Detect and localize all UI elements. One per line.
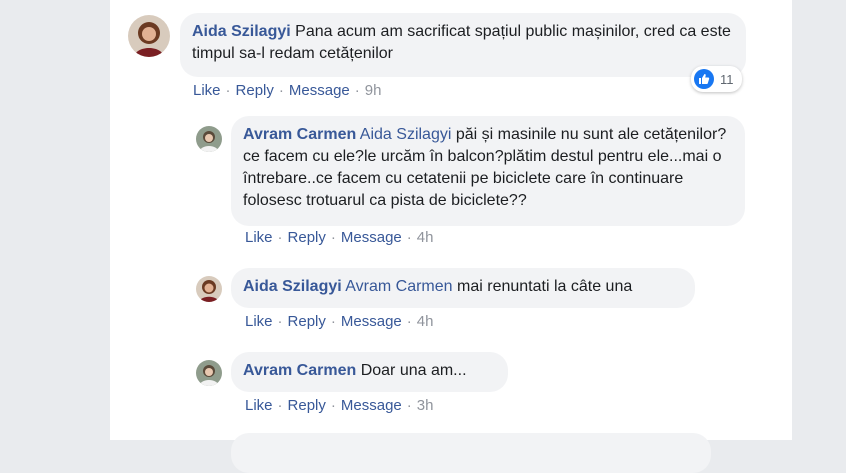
comment-bubble: Aida Szilagyi Pana acum am sacrificat sp… xyxy=(180,13,746,77)
like-link[interactable]: Like xyxy=(193,82,221,99)
separator: · xyxy=(277,313,283,330)
comment-actions: Like · Reply · Message · 9h xyxy=(193,82,381,99)
reply-actions: Like · Reply · Message · 4h xyxy=(245,229,433,246)
reply-mention[interactable]: Aida Szilagyi xyxy=(360,126,452,143)
like-reaction-icon xyxy=(694,69,714,89)
reply-actions: Like · Reply · Message · 4h xyxy=(245,313,433,330)
reply-bubble: Aida Szilagyi Avram Carmen mai renuntati… xyxy=(231,268,695,308)
comment-author[interactable]: Aida Szilagyi xyxy=(192,23,291,40)
separator: · xyxy=(277,229,283,246)
reply-author[interactable]: Aida Szilagyi xyxy=(243,278,342,295)
separator: · xyxy=(406,397,412,414)
like-link[interactable]: Like xyxy=(245,229,273,246)
separator: · xyxy=(278,82,284,99)
timestamp[interactable]: 3h xyxy=(417,397,434,414)
reply-text: Doar una am... xyxy=(360,362,467,379)
message-link[interactable]: Message xyxy=(289,82,350,99)
reply-link[interactable]: Reply xyxy=(288,229,326,246)
avatar-aida-szilagyi[interactable] xyxy=(128,15,170,57)
avatar-aida-szilagyi[interactable] xyxy=(196,276,222,302)
reply-link[interactable]: Reply xyxy=(288,397,326,414)
reply-text: mai renuntati la câte una xyxy=(457,278,633,295)
message-link[interactable]: Message xyxy=(341,313,402,330)
avatar-avram-carmen[interactable] xyxy=(196,126,222,152)
reply-bubble: Avram Carmen Doar una am... xyxy=(231,352,508,392)
timestamp[interactable]: 4h xyxy=(417,313,434,330)
reaction-count: 11 xyxy=(720,71,734,87)
reaction-badge[interactable]: 11 xyxy=(691,66,742,92)
separator: · xyxy=(330,313,336,330)
comments-panel: Aida Szilagyi Pana acum am sacrificat sp… xyxy=(110,0,792,473)
separator: · xyxy=(330,229,336,246)
separator: · xyxy=(406,229,412,246)
reply-author[interactable]: Avram Carmen xyxy=(243,362,356,379)
reply-actions: Like · Reply · Message · 3h xyxy=(245,397,433,414)
reply-link[interactable]: Reply xyxy=(236,82,274,99)
separator: · xyxy=(406,313,412,330)
reply-bubble: Avram Carmen Aida Szilagyi păi și masini… xyxy=(231,116,745,226)
separator: · xyxy=(330,397,336,414)
separator: · xyxy=(354,82,360,99)
like-link[interactable]: Like xyxy=(245,397,273,414)
separator: · xyxy=(225,82,231,99)
timestamp[interactable]: 4h xyxy=(417,229,434,246)
reply-author[interactable]: Avram Carmen xyxy=(243,126,356,143)
timestamp[interactable]: 9h xyxy=(365,82,382,99)
like-link[interactable]: Like xyxy=(245,313,273,330)
message-link[interactable]: Message xyxy=(341,397,402,414)
separator: · xyxy=(277,397,283,414)
avatar-avram-carmen[interactable] xyxy=(196,360,222,386)
reply-mention[interactable]: Avram Carmen xyxy=(345,278,452,295)
reply-bubble-partial xyxy=(231,433,711,473)
reply-link[interactable]: Reply xyxy=(288,313,326,330)
message-link[interactable]: Message xyxy=(341,229,402,246)
